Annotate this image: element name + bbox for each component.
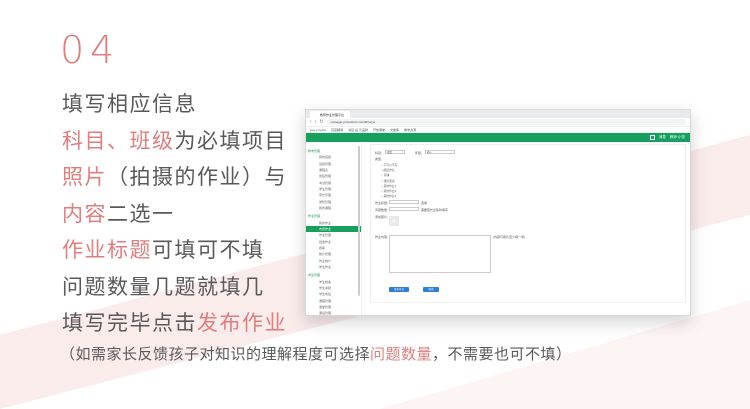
title-hint: 选填 [421,201,428,205]
type-radio-option[interactable]: 朗读作业 [381,168,394,172]
publish-button[interactable]: 发布作业 [389,287,409,292]
line-text: （拍摄的作业）与 [107,165,287,189]
forward-icon[interactable]: › [315,119,317,125]
bookmark-item[interactable]: 文章库 [390,128,399,132]
type-radio-option[interactable]: 其他作业1 [381,184,396,188]
bookmark-item[interactable]: 开放课堂 [373,128,385,132]
sidebar-item[interactable]: 课后管理 [306,310,361,315]
browser-tabbar: 教师作业管理平台 [306,110,690,118]
instruction-lines: 填写相应信息 科目、班级为必填项目 照片（拍摄的作业）与 内容二选一 作业标题可填可不填… [62,86,287,342]
content-textarea[interactable] [389,235,491,273]
class-label: 年级： [415,151,425,155]
back-icon[interactable]: ‹ [310,119,312,125]
class-select[interactable]: 初一 [425,150,455,154]
sidebar-group-label: 教学管理 [308,149,321,153]
sidebar: 教学管理 我的班级 班级管理 课程表 成绩管理 考试管理 学生管理 家长管理 通知管理 我的课程作… [306,142,362,315]
app-screenshot: 教师作业管理平台 ‹ › ↻ manager.ycloudcom.com/#/z… [305,109,691,316]
main-content: 科目： 语文 年级： 初一 类型： 不可以不写朗读作业背诵课外阅读其他作业1其他… [362,142,690,315]
form-panel: 科目： 语文 年级： 初一 类型： 不可以不写朗读作业背诵课外阅读其他作业1其他… [370,144,686,303]
cancel-button[interactable]: 取消 [423,287,439,292]
sidebar-group-label: 学生管理 [308,273,321,278]
instruction-line: 作业标题可填可不填 [62,232,287,269]
highlight-text: 照片 [62,165,107,189]
footnote: （如需家长反馈孩子对知识的理解程度可选择问题数量，不需要也可不填） [60,343,572,364]
highlight-text: 发布作业 [197,311,287,335]
reload-icon[interactable]: ↻ [319,119,323,125]
instruction-line: 内容二选一 [62,196,287,233]
type-radio-option[interactable]: 不可以不写 [381,163,397,167]
subject-label: 科目： [375,151,385,155]
content-hint: (内容与照片至少填一项) [493,235,525,239]
sidebar-scrollbar[interactable] [358,146,360,296]
line-text: 为必填项目 [174,128,287,153]
line-text: 问题数量几题就填几 [62,274,265,299]
title-label: 作业标题： [375,201,391,205]
app-header: 消息 教师·小张 [306,133,690,142]
footnote-highlight: 问题数量 [370,345,433,363]
highlight-text: 作业标题 [62,238,152,262]
question-count-input[interactable] [389,207,419,211]
type-radio-option[interactable]: 其他作业2 [381,189,396,193]
photo-label: 添加照片： [375,215,391,219]
address-bar[interactable]: manager.ycloudcom.com/#/zuoye [326,119,686,125]
app-body: 教学管理 我的班级 班级管理 课程表 成绩管理 考试管理 学生管理 家长管理 通知管理 我的课程作… [306,142,690,315]
line-text: 可填可不填 [152,238,265,262]
header-user[interactable]: 教师·小张 [670,135,685,140]
bookmark-item[interactable]: 教学资源 [404,128,416,132]
instruction-line: 填写完毕点击发布作业 [62,305,287,342]
sidebar-group-label: 作业管理 [308,214,321,219]
browser-urlbar: ‹ › ↻ manager.ycloudcom.com/#/zuoye [306,118,690,127]
add-photo-icon[interactable]: + [389,216,399,226]
mail-icon[interactable] [649,135,655,140]
title-input[interactable] [389,200,419,204]
bookmark-item[interactable]: jnet.ymydos [310,128,326,132]
instruction-line: 问题数量几题就填几 [62,269,287,306]
browser-tab[interactable]: 教师作业管理平台 [310,111,350,118]
question-count-label: 问题数量： [375,208,391,212]
bookmark-item[interactable]: 百度翻译 [331,128,343,132]
subject-select[interactable]: 语文 [385,150,405,154]
footnote-post: ，不需要也可不填） [432,345,572,363]
line-text: 二选一 [107,201,175,226]
header-messages[interactable]: 消息 [659,135,666,140]
type-radio-option[interactable]: 背诵 [381,173,389,177]
footnote-pre: （如需家长反馈孩子对知识的理解程度可选择 [60,345,371,363]
line-text: 填写完毕点击 [62,311,197,335]
question-count-hint: 需要家长反馈时填写 [421,208,449,212]
line-text: 填写相应信息 [62,92,197,116]
content-label: 作业内容： [375,235,391,239]
highlight-text: 内容 [62,201,107,226]
type-radio-option[interactable]: 其他作业3 [381,194,396,198]
step-number: 04 [60,28,121,72]
instruction-line: 填写相应信息 [62,86,287,123]
instruction-line: 科目、班级为必填项目 [62,123,287,160]
highlight-text: 科目、班级 [62,128,175,153]
type-radio-option[interactable]: 课外阅读 [381,179,394,183]
bookmark-item[interactable]: 书签·后·元品牌 [348,128,368,132]
type-label: 类型： [375,157,385,161]
instruction-line: 照片（拍摄的作业）与 [62,159,287,196]
